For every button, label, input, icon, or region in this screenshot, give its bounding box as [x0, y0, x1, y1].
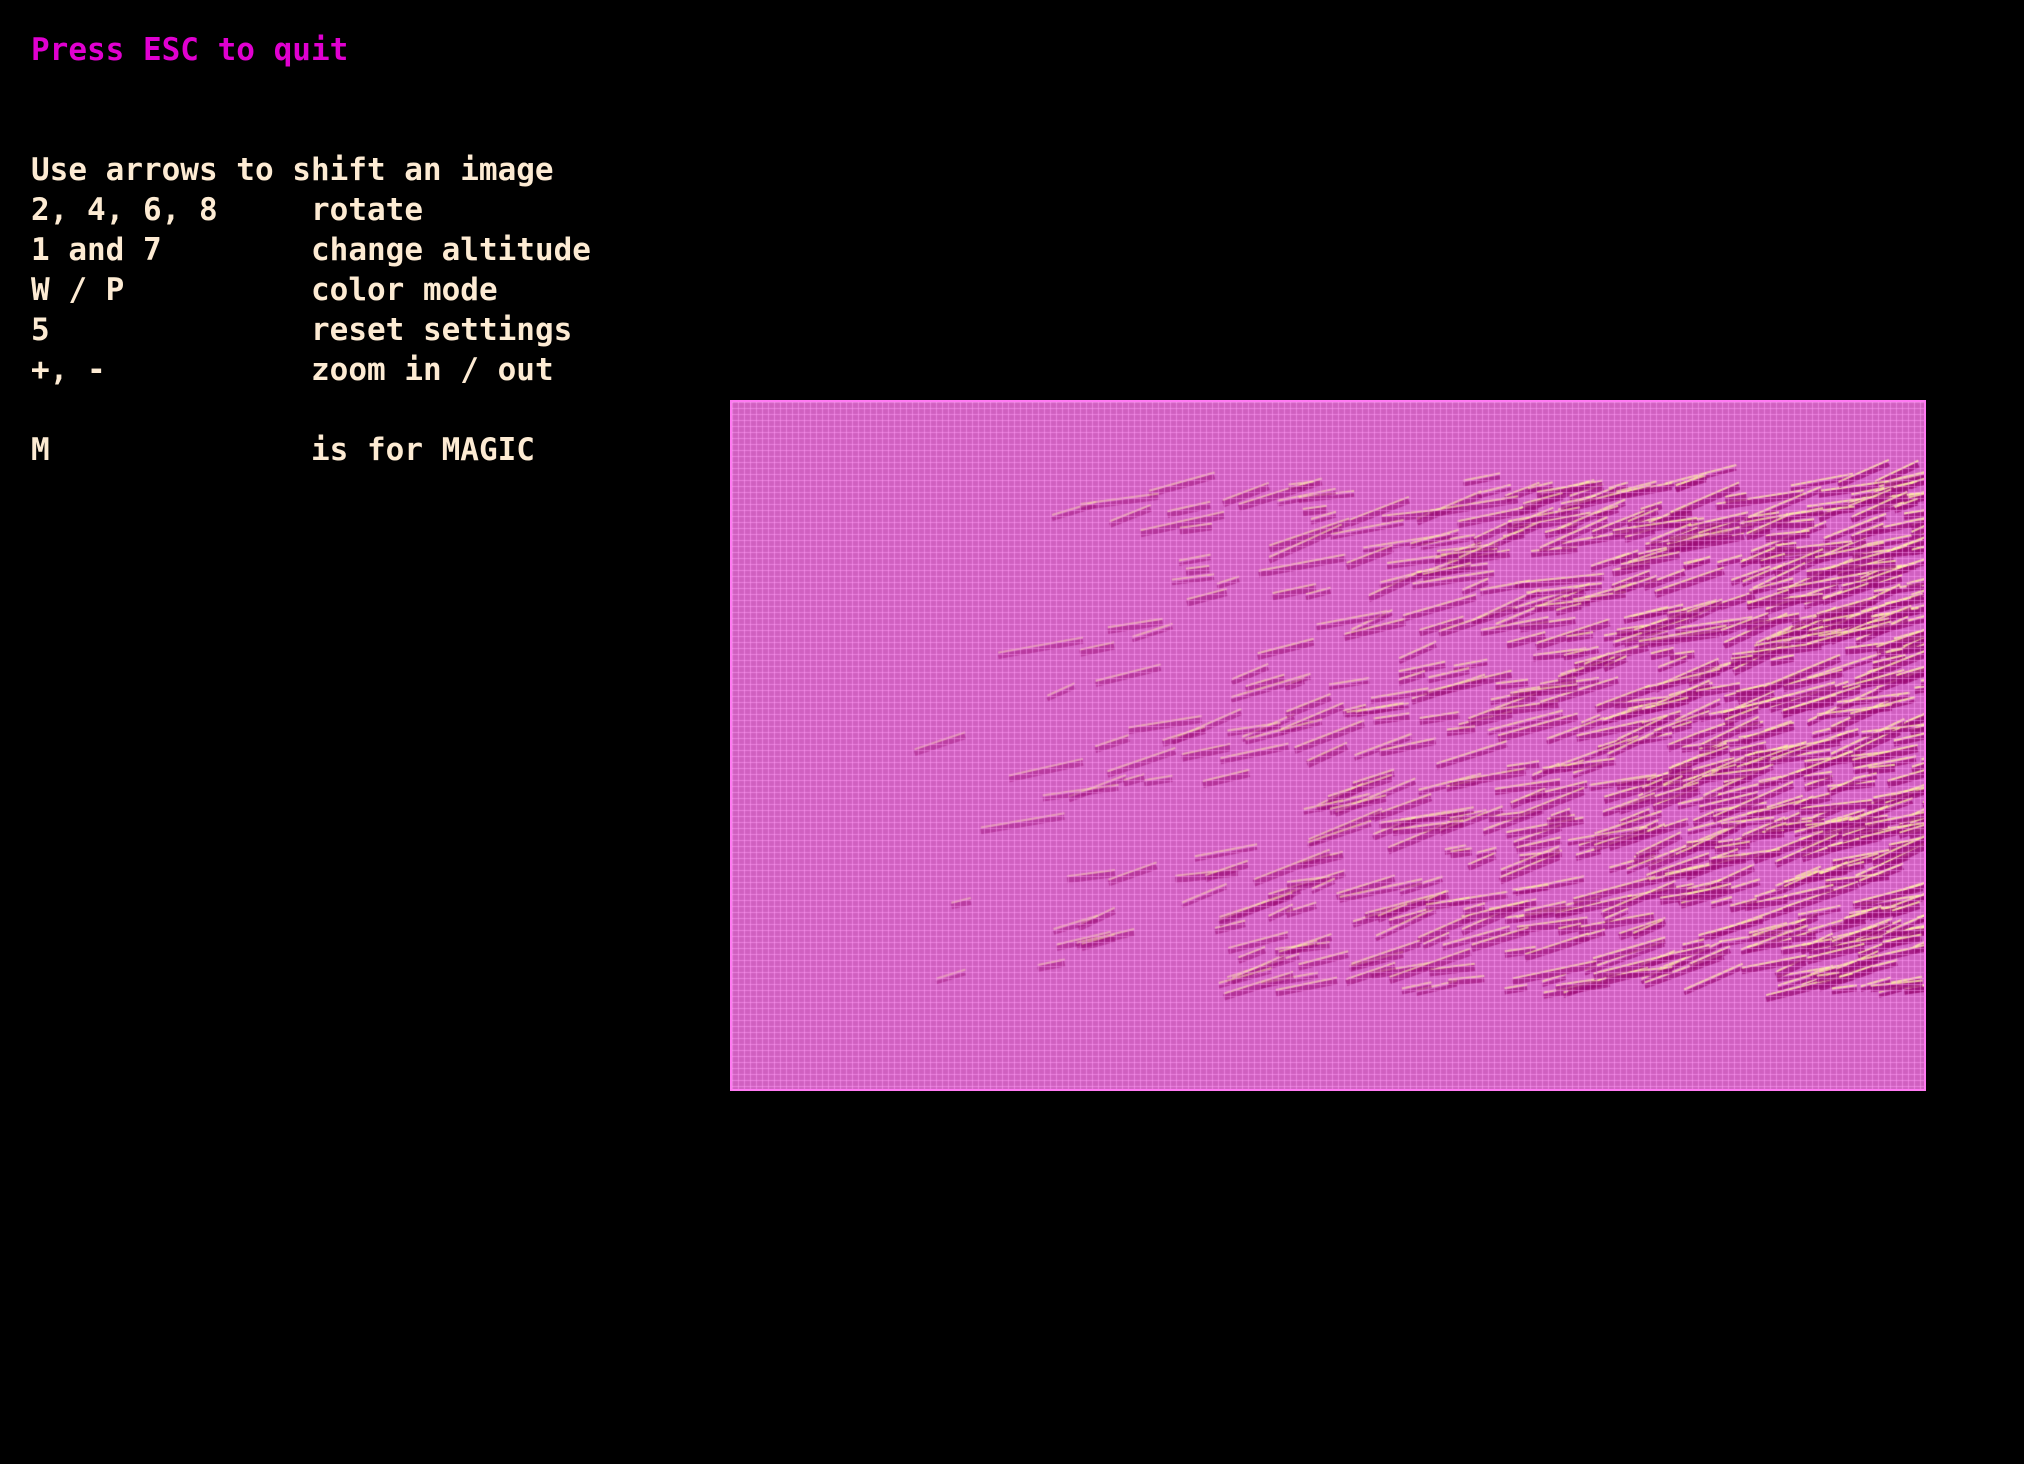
help-action: is for MAGIC [311, 432, 535, 468]
help-key: +, - [31, 352, 106, 388]
help-key: 5 [31, 312, 50, 348]
help-action: color mode [311, 272, 498, 308]
help-row-color-mode: W / P color mode [31, 270, 591, 310]
wireframe-terrain-icon[interactable] [732, 402, 1924, 1089]
help-row-zoom: +, - zoom in / out [31, 350, 591, 390]
help-row-rotate: 2, 4, 6, 8 rotate [31, 190, 591, 230]
controls-help: Use arrows to shift an image 2, 4, 6, 8 … [31, 150, 591, 470]
help-key: 1 and 7 [31, 232, 162, 268]
help-shift-text: Use arrows to shift an image [31, 152, 554, 188]
help-row-altitude: 1 and 7 change altitude [31, 230, 591, 270]
help-key: M [31, 432, 50, 468]
help-action: change altitude [311, 232, 591, 268]
help-action: rotate [311, 192, 423, 228]
help-action: reset settings [311, 312, 573, 348]
help-action: zoom in / out [311, 352, 554, 388]
help-key: W / P [31, 272, 125, 308]
help-row-magic: M is for MAGIC [31, 430, 591, 470]
help-row-reset: 5 reset settings [31, 310, 591, 350]
terrain-viewport[interactable] [730, 400, 1926, 1091]
help-shift-line: Use arrows to shift an image [31, 150, 591, 190]
help-key: 2, 4, 6, 8 [31, 192, 218, 228]
quit-hint: Press ESC to quit [31, 32, 349, 68]
